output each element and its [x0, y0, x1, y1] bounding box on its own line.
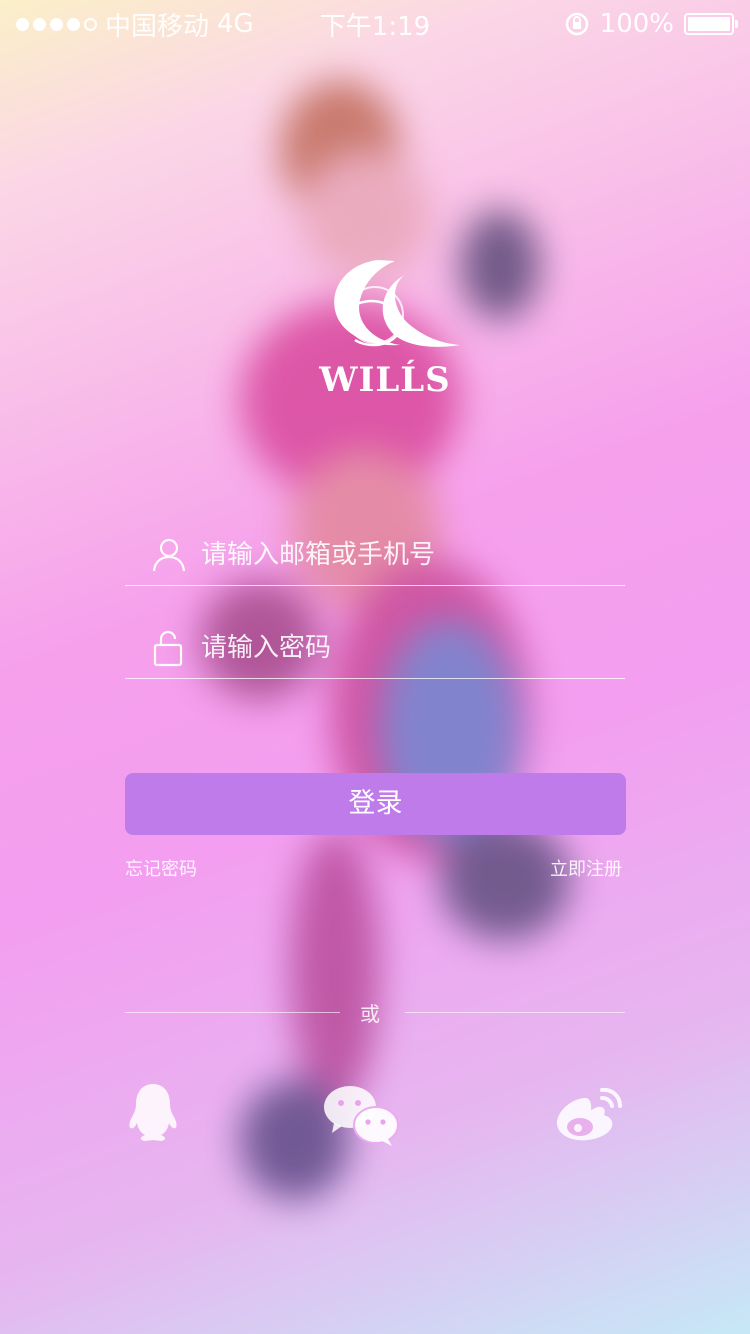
- logo-text: WILĹS: [319, 360, 451, 400]
- rotation-lock-icon: [565, 12, 588, 36]
- login-screen: 中国移动 4G 下午1:19 100% WILĹS 请输入邮箱或手机号 登录 忘…: [0, 0, 750, 1334]
- account-input[interactable]: [199, 539, 583, 571]
- lock-icon: [153, 630, 183, 667]
- carrier-label: 中国移动: [105, 11, 210, 42]
- battery-icon: [684, 13, 738, 35]
- divider-line-left: [125, 1012, 340, 1013]
- status-right: 100%: [564, 9, 738, 39]
- user-icon: [152, 538, 186, 572]
- divider-label: 或: [360, 1002, 380, 1026]
- login-button[interactable]: 登录: [125, 773, 626, 835]
- register-link[interactable]: 立即注册: [550, 855, 622, 881]
- status-left: 中国移动 4G: [16, 6, 254, 43]
- signal-icon: [16, 17, 97, 31]
- network-label: 4G: [217, 9, 254, 39]
- weibo-icon[interactable]: [554, 1084, 626, 1144]
- password-input[interactable]: [199, 632, 583, 664]
- password-field[interactable]: [125, 618, 625, 679]
- wechat-icon[interactable]: [322, 1083, 402, 1147]
- battery-percent: 100%: [599, 9, 674, 39]
- qq-icon[interactable]: [125, 1080, 181, 1144]
- brand-logo: WILĹS: [300, 255, 470, 405]
- account-field[interactable]: [125, 525, 625, 586]
- status-bar: 中国移动 4G 下午1:19 100%: [0, 0, 750, 48]
- forgot-password-link[interactable]: 忘记密码: [125, 855, 197, 881]
- logo-mark-icon: [334, 260, 460, 347]
- divider-line-right: [405, 1012, 625, 1013]
